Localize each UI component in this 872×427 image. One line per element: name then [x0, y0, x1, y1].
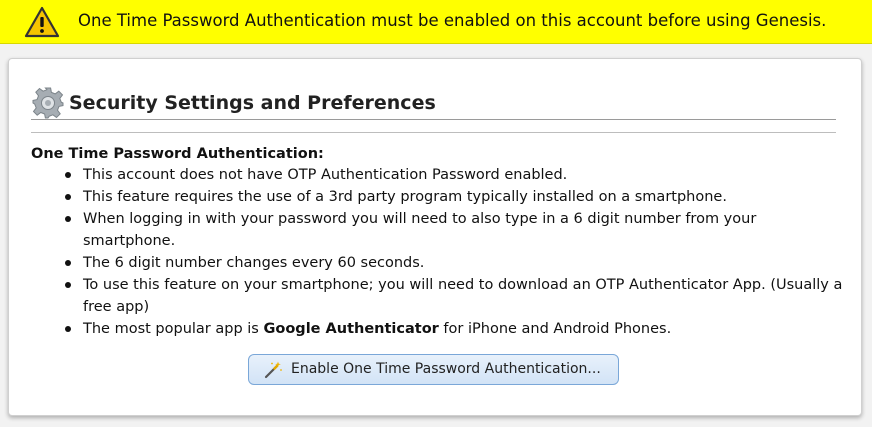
gear-icon [32, 87, 64, 119]
warning-message: One Time Password Authentication must be… [78, 11, 827, 30]
otp-info-list: This account does not have OTP Authentic… [63, 164, 853, 340]
enable-otp-button[interactable]: Enable One Time Password Authentication.… [248, 354, 619, 385]
warning-banner: One Time Password Authentication must be… [0, 0, 872, 44]
panel-title: Security Settings and Preferences [69, 92, 436, 114]
security-settings-panel: Security Settings and Preferences One Ti… [8, 58, 862, 416]
list-item: When logging in with your password you w… [63, 208, 853, 252]
list-item: This account does not have OTP Authentic… [63, 164, 853, 186]
title-divider-end [789, 119, 836, 120]
warning-icon [24, 6, 60, 38]
section-divider [31, 132, 836, 133]
list-item: The 6 digit number changes every 60 seco… [63, 252, 853, 274]
list-item-prefix: The most popular app is [83, 321, 264, 337]
enable-otp-button-label: Enable One Time Password Authentication.… [291, 361, 601, 377]
otp-section-heading: One Time Password Authentication: [31, 146, 324, 162]
title-divider [31, 119, 791, 120]
app-name: Google Authenticator [263, 321, 439, 337]
list-item: The most popular app is Google Authentic… [63, 318, 853, 340]
list-item: This feature requires the use of a 3rd p… [63, 186, 853, 208]
list-item: To use this feature on your smartphone; … [63, 274, 853, 318]
list-item-suffix: for iPhone and Android Phones. [438, 321, 672, 337]
magic-wand-icon [264, 361, 282, 379]
